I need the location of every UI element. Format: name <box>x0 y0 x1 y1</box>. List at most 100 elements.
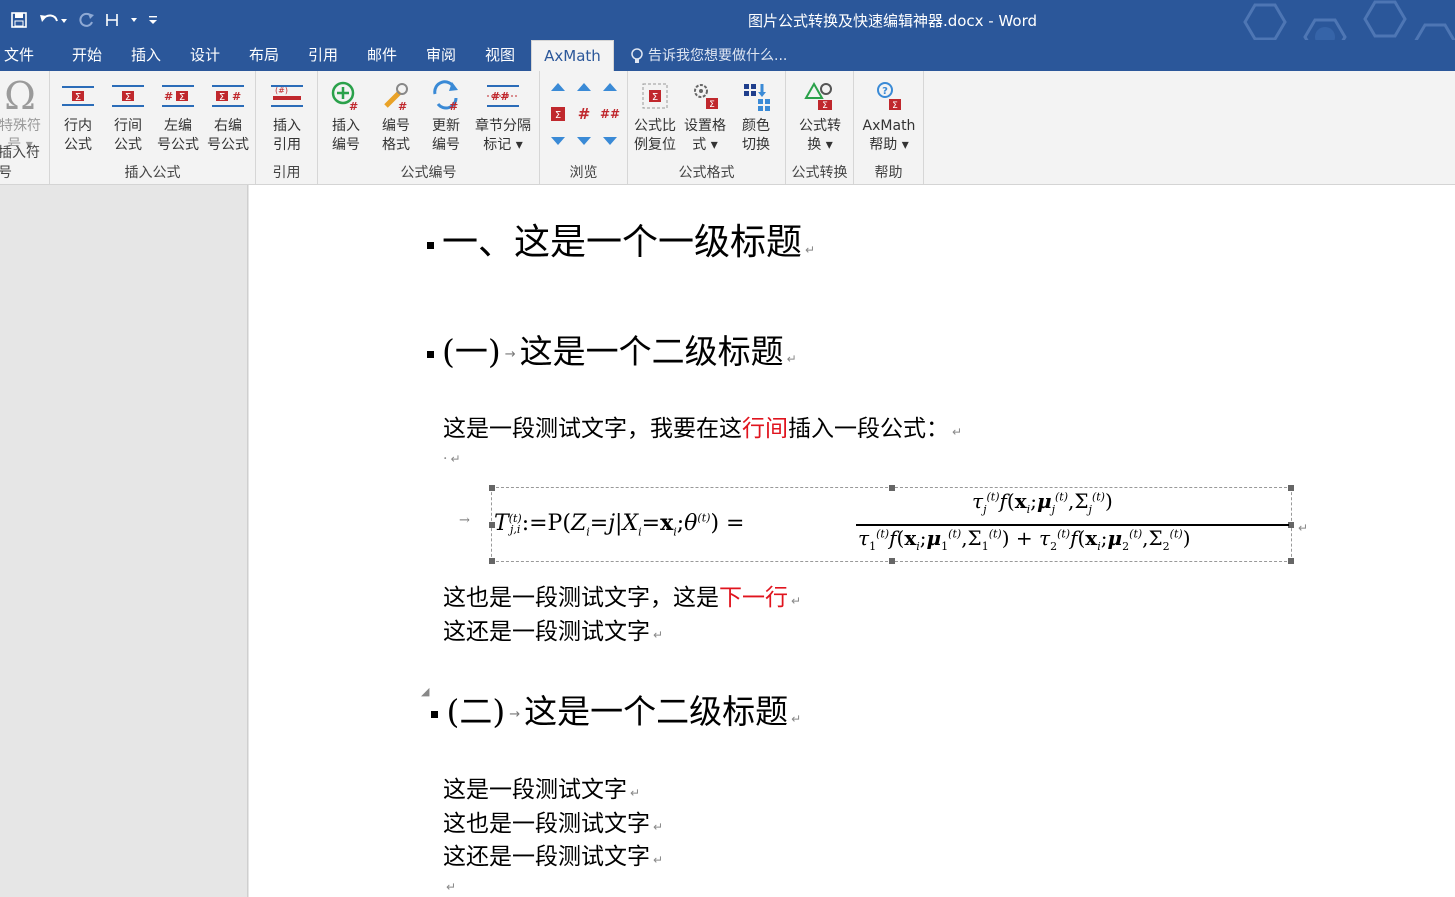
formula-denominator: τ1(t)f(xi;μ1(t),Σ1(t)) + τ2(t)f(xi;μ2(t)… <box>858 526 1191 553</box>
left-numbered-formula-label-2: 号公式 <box>157 137 199 153</box>
chapter-separator-label-2: 标记 ▾ <box>483 137 523 153</box>
prev-separator-up-icon[interactable] <box>600 79 620 95</box>
empty-paragraph[interactable]: · ↵ <box>443 451 461 467</box>
document-page[interactable]: 一、这是一个一级标题 ↵ (一) → 这是一个二级标题 ↵ 这是一段测试文字，我要在这行… <box>249 185 1455 897</box>
heading-2a-number: (一) <box>442 332 501 371</box>
display-formula-label-2: 公式 <box>114 137 142 153</box>
paragraph-5[interactable]: 这也是一段测试文字 ↵ <box>443 804 663 838</box>
group-insert-symbol: Ω 特殊符 号 ▾ 插入符号 <box>0 71 50 184</box>
number-browse-icon[interactable]: # <box>574 105 594 123</box>
group-help: ? Σ AxMath 帮助 ▾ 帮助 <box>854 71 924 184</box>
formula-browse-icon[interactable]: Σ <box>548 106 568 122</box>
paragraph-mark: ↵ <box>791 712 802 726</box>
group-browse: Σ # ## 浏览 <box>540 71 628 184</box>
tab-axmath[interactable]: AxMath <box>531 40 614 71</box>
number-format-icon: # <box>376 77 416 115</box>
paragraph-mark: ↵ <box>786 352 797 366</box>
formula-lhs: T(t) j,i:=P(Zi=j|Xi=xi;θ(t)) = <box>494 510 745 539</box>
resize-handle[interactable] <box>489 558 495 564</box>
set-format-button[interactable]: Σ 设置格 式 ▾ <box>681 77 729 155</box>
tab-review[interactable]: 审阅 <box>418 40 464 71</box>
prev-number-up-icon[interactable] <box>574 79 594 95</box>
inline-formula-label-1: 行内 <box>64 118 92 134</box>
svg-text:(#): (#) <box>275 86 288 95</box>
tab-references[interactable]: 引用 <box>300 40 346 71</box>
display-formula-button[interactable]: Σ 行间 公式 <box>104 77 152 155</box>
heading-level-2-b[interactable]: ◢ (二) → 这是一个二级标题 ↵ <box>421 685 801 733</box>
formula-numerator: τj(t)f(xi;μj(t),Σj(t)) <box>972 489 1113 516</box>
formula-convert-label-1: 公式转 <box>799 118 841 134</box>
svg-text:Σ: Σ <box>555 110 561 121</box>
heading-2a-text: 这是一个二级标题 <box>519 332 784 371</box>
p6-text: 这还是一段测试文字 <box>443 844 650 870</box>
separator-browse-icon[interactable]: ## <box>600 106 620 122</box>
set-format-label-2: 式 ▾ <box>692 137 718 153</box>
formula-convert-button[interactable]: Σ 公式转 换 ▾ <box>790 77 850 155</box>
tab-layout[interactable]: 布局 <box>241 40 287 71</box>
number-format-button[interactable]: # 编号 格式 <box>372 77 420 155</box>
tab-view[interactable]: 视图 <box>477 40 523 71</box>
resize-handle[interactable] <box>1288 485 1294 491</box>
resize-handle[interactable] <box>489 485 495 491</box>
resize-handle[interactable] <box>1288 558 1294 564</box>
heading-level-1[interactable]: 一、这是一个一级标题 ↵ <box>427 213 815 265</box>
paragraph-mark: ↵ <box>653 820 664 834</box>
paragraph-mark: ↵ <box>630 786 641 800</box>
paragraph-mark: ↵ <box>653 628 664 642</box>
next-formula-down-icon[interactable] <box>548 133 568 149</box>
left-numbered-formula-button[interactable]: # Σ 左编 号公式 <box>154 77 202 155</box>
next-number-down-icon[interactable] <box>574 133 594 149</box>
resize-handle[interactable] <box>889 485 895 491</box>
svg-text:#: # <box>349 100 358 112</box>
tell-me-search[interactable]: 告诉我您想要做什么... <box>630 40 787 71</box>
tab-arrow-icon: → <box>459 513 470 528</box>
paragraph-3[interactable]: 这还是一段测试文字 ↵ <box>443 612 663 646</box>
paragraph-4[interactable]: 这是一段测试文字 ↵ <box>443 770 640 804</box>
paragraph-mark: ↵ <box>952 425 963 439</box>
tab-insert[interactable]: 插入 <box>123 40 169 71</box>
formula-object[interactable]: T(t) j,i:=P(Zi=j|Xi=xi;θ(t)) = τj(t)f(xi;… <box>489 485 1294 564</box>
empty-paragraph-end[interactable]: ↵ <box>443 879 456 895</box>
paragraph-1[interactable]: 这是一段测试文字，我要在这行间插入一段公式： ↵ <box>443 409 962 443</box>
next-separator-down-icon[interactable] <box>600 133 620 149</box>
right-numbered-formula-label-1: 右编 <box>214 118 242 134</box>
prev-formula-up-icon[interactable] <box>548 79 568 95</box>
display-formula-icon: Σ <box>108 77 148 115</box>
insert-number-button[interactable]: # 插入 编号 <box>322 77 370 155</box>
set-format-label-1: 设置格 <box>684 118 726 134</box>
tab-file[interactable]: 文件 <box>0 40 38 71</box>
tab-mailings[interactable]: 邮件 <box>359 40 405 71</box>
tab-home[interactable]: 开始 <box>64 40 110 71</box>
axmath-help-button[interactable]: ? Σ AxMath 帮助 ▾ <box>856 77 922 155</box>
right-numbered-formula-button[interactable]: Σ # 右编 号公式 <box>204 77 252 155</box>
collapse-triangle-icon[interactable]: ◢ <box>421 685 429 698</box>
heading-bullet <box>427 350 434 358</box>
chapter-separator-button[interactable]: ## 章节分隔 标记 ▾ <box>468 77 538 155</box>
paragraph-mark: ↵ <box>791 594 802 608</box>
gear-formula-icon: Σ <box>685 77 725 115</box>
formula-convert-label-2: 换 ▾ <box>807 137 833 153</box>
refresh-number-icon: # <box>426 77 466 115</box>
inline-formula-icon: Σ <box>58 77 98 115</box>
group-label-formula-format: 公式格式 <box>678 165 735 181</box>
svg-text:Σ: Σ <box>892 101 898 111</box>
reset-scale-button[interactable]: Σ 公式比 例复位 <box>631 77 679 155</box>
ribbon-tab-bar: 文件 开始 插入 设计 布局 引用 邮件 审阅 视图 AxMath 告诉我您想要… <box>0 40 1455 71</box>
resize-handle[interactable] <box>889 558 895 564</box>
update-number-label-1: 更新 <box>432 118 460 134</box>
tab-design[interactable]: 设计 <box>182 40 228 71</box>
color-toggle-button[interactable]: 颜色 切换 <box>732 77 780 155</box>
paragraph-2[interactable]: 这也是一段测试文字，这是下一行 ↵ <box>443 578 801 612</box>
group-numbering: # 插入 编号 # 编号 格式 # 更新 编号 ## 章节分隔 标记 ▾ 公式编… <box>318 71 540 184</box>
update-number-button[interactable]: # 更新 编号 <box>422 77 470 155</box>
lightbulb-icon <box>631 47 643 63</box>
group-formula-format: Σ 公式比 例复位 Σ 设置格 式 ▾ 颜色 切换 公式格式 <box>628 71 786 184</box>
heading-bullet <box>427 241 434 249</box>
svg-text:#: # <box>398 100 407 112</box>
heading-level-2-a[interactable]: (一) → 这是一个二级标题 ↵ <box>427 325 797 373</box>
heading-2b-text: 这是一个二级标题 <box>524 692 789 731</box>
paragraph-6[interactable]: 这还是一段测试文字 ↵ <box>443 837 663 871</box>
insert-citation-button[interactable]: (#) 插入 引用 <box>263 77 311 155</box>
p3-text: 这还是一段测试文字 <box>443 619 650 645</box>
inline-formula-button[interactable]: Σ 行内 公式 <box>54 77 102 155</box>
